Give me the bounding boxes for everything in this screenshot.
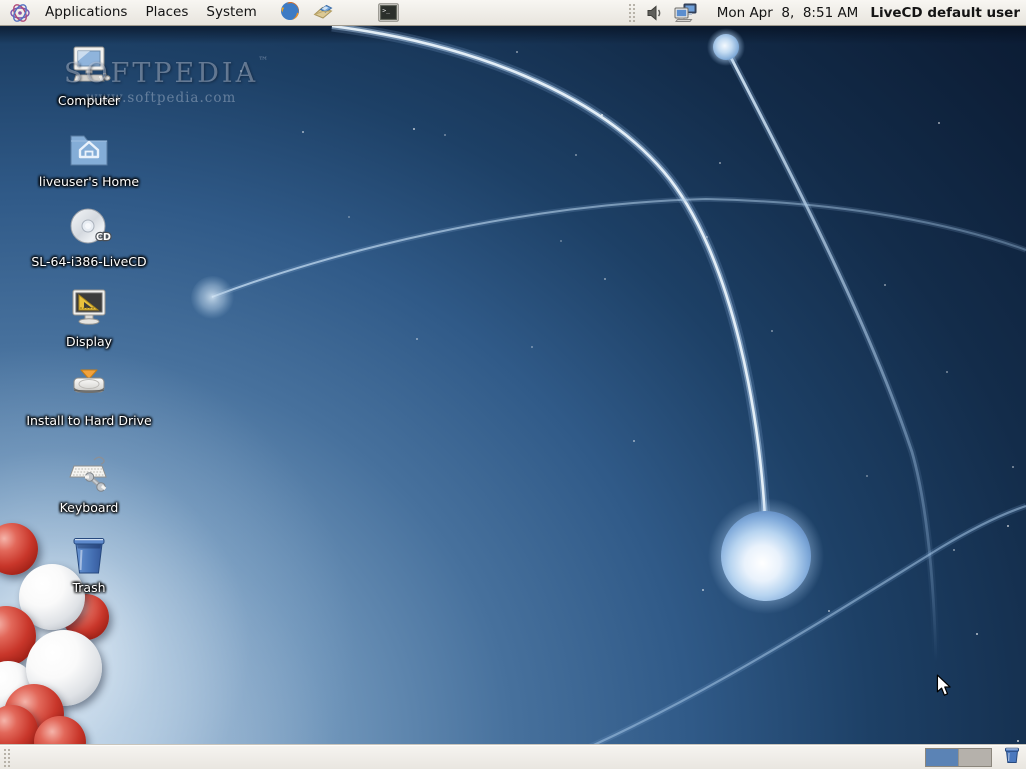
desktop-icon-label: Keyboard bbox=[19, 500, 159, 515]
terminal-prompt-glyph: >_ bbox=[382, 7, 390, 15]
terminal-icon: >_ bbox=[378, 3, 399, 22]
desktop-icon-label: liveuser's Home bbox=[19, 174, 159, 189]
volume-icon bbox=[645, 3, 665, 23]
hard-drive-icon bbox=[65, 364, 113, 412]
desktop-icon-label: SL-64-i386-LiveCD bbox=[19, 254, 159, 269]
network-applet[interactable] bbox=[673, 2, 699, 24]
scientific-linux-logo-icon bbox=[9, 2, 31, 24]
computer-icon bbox=[65, 44, 113, 92]
cd-badge: CD bbox=[96, 232, 111, 243]
volume-applet[interactable] bbox=[645, 3, 665, 23]
clock-applet[interactable]: Mon Apr 8, 8:51 AM bbox=[717, 5, 859, 21]
desktop-icon-keyboard[interactable]: Keyboard bbox=[19, 451, 159, 515]
user-switcher-applet[interactable]: LiveCD default user bbox=[870, 5, 1020, 21]
display-icon bbox=[65, 285, 113, 333]
desktop-icon-label: Install to Hard Drive bbox=[19, 413, 159, 428]
desktop-icon-computer[interactable]: Computer bbox=[19, 44, 159, 108]
workspace-2[interactable] bbox=[958, 749, 991, 766]
desktop-icon-label: Trash bbox=[19, 580, 159, 595]
workspace-1[interactable] bbox=[926, 749, 958, 766]
mail-launcher[interactable] bbox=[312, 0, 334, 26]
bottom-panel-right bbox=[925, 745, 1026, 769]
desktop-icon-livecd[interactable]: CD SL-64-i386-LiveCD bbox=[19, 205, 159, 269]
desktop-screen: SOFTPEDIA™ www.softpedia.com Computer li… bbox=[0, 0, 1026, 769]
menu-places[interactable]: Places bbox=[136, 0, 197, 25]
menu-applications[interactable]: Applications bbox=[36, 0, 136, 25]
firefox-launcher[interactable] bbox=[279, 0, 301, 26]
trash-applet[interactable] bbox=[1002, 745, 1022, 769]
desktop-icon-home[interactable]: liveuser's Home bbox=[19, 125, 159, 189]
mail-icon bbox=[312, 0, 334, 22]
desktop-icon-display[interactable]: Display bbox=[19, 285, 159, 349]
desktop-icon-label: Computer bbox=[19, 93, 159, 108]
bottom-panel bbox=[0, 744, 1026, 769]
top-panel: Applications Places System bbox=[0, 0, 1026, 26]
applet-drag-handle[interactable] bbox=[627, 2, 635, 23]
cd-icon: CD bbox=[65, 205, 113, 253]
applet-drag-handle[interactable] bbox=[2, 747, 10, 767]
desktop-icon-trash[interactable]: Trash bbox=[19, 531, 159, 595]
desktop-icon-label: Display bbox=[19, 334, 159, 349]
home-folder-icon bbox=[65, 125, 113, 173]
menu-system[interactable]: System bbox=[197, 0, 265, 25]
desktop-icon-install[interactable]: Install to Hard Drive bbox=[19, 364, 159, 428]
panel-launchers bbox=[279, 0, 334, 26]
network-icon bbox=[673, 2, 699, 24]
terminal-launcher[interactable]: >_ bbox=[378, 3, 399, 22]
top-panel-right: Mon Apr 8, 8:51 AM LiveCD default user bbox=[627, 2, 1026, 24]
applications-menu-logo[interactable] bbox=[9, 2, 31, 24]
trash-applet-icon bbox=[1002, 745, 1022, 765]
keyboard-icon bbox=[65, 451, 113, 499]
firefox-icon bbox=[279, 0, 301, 22]
trash-icon bbox=[65, 531, 113, 579]
workspace-switcher bbox=[925, 748, 992, 767]
